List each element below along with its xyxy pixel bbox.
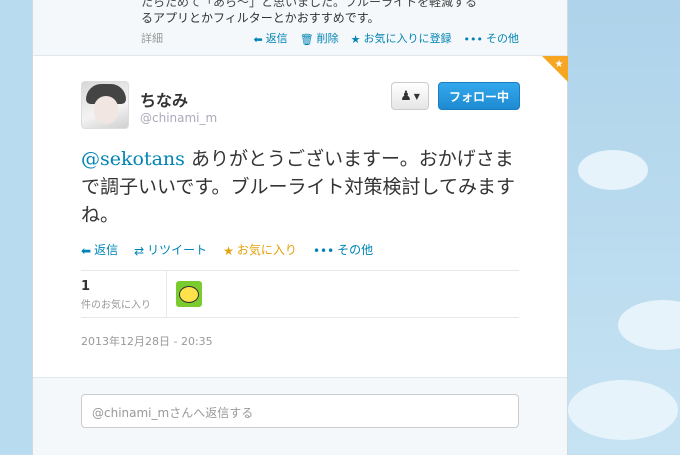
favorite-action[interactable]: ★ お気に入り	[223, 241, 297, 258]
more-action[interactable]: ••• その他	[313, 241, 373, 258]
svg-text:★: ★	[555, 59, 564, 70]
avatar[interactable]	[81, 81, 129, 129]
retweet-icon: ⇄	[134, 243, 145, 258]
divider	[166, 271, 167, 317]
more-dots-icon: •••	[312, 243, 335, 258]
previous-tweet-actions: ⬅ 返信 🗑 削除 ★ お気に入りに登録 ••• その他	[253, 30, 519, 46]
reply-icon: ⬅	[81, 243, 92, 258]
favorited-corner-icon: ★	[542, 56, 568, 82]
reply-input[interactable]: @chinami_mさんへ返信する	[81, 394, 519, 428]
divider	[81, 270, 519, 271]
user-actions-button[interactable]: ♟ ▼	[391, 82, 429, 110]
tweet-permalink-panel: たらためて「あら～」と思いました。ブルーライトを軽減する るアプリとかフィルター…	[32, 0, 568, 455]
retweet-action[interactable]: ⇄ リツイート	[134, 241, 207, 258]
star-icon: ★	[223, 243, 234, 258]
reply-action[interactable]: ⬅ 返信	[253, 30, 287, 46]
details-link[interactable]: 詳細	[141, 30, 163, 46]
person-icon: ♟	[400, 88, 412, 104]
more-action[interactable]: ••• その他	[464, 30, 519, 46]
favorites-label: 件のお気に入り	[81, 300, 151, 311]
tweet-text: @sekotans ありがとうございますー。おかげさまで調子いいです。ブルーライ…	[81, 148, 515, 226]
caret-down-icon: ▼	[413, 91, 420, 101]
following-button[interactable]: フォロー中	[438, 82, 520, 110]
favorite-action[interactable]: ★ お気に入りに登録	[351, 30, 452, 46]
favorites-count[interactable]: 1	[81, 279, 90, 294]
favoriter-avatar[interactable]	[176, 281, 202, 307]
divider	[81, 317, 519, 318]
tweet-actions: ⬅ 返信 ⇄ リツイート ★ お気に入り ••• その他	[81, 241, 373, 258]
more-dots-icon: •••	[463, 32, 483, 46]
star-icon: ★	[350, 32, 361, 46]
reply-section: @chinami_mさんへ返信する	[33, 377, 567, 455]
trash-icon: 🗑	[299, 32, 314, 46]
mention-link[interactable]: @sekotans	[81, 148, 185, 170]
previous-tweet: たらためて「あら～」と思いました。ブルーライトを軽減する るアプリとかフィルター…	[33, 0, 567, 56]
background-left	[0, 0, 32, 454]
timestamp: 2013年12月28日 - 20:35	[81, 335, 213, 348]
reply-icon: ⬅	[253, 32, 263, 46]
delete-action[interactable]: 🗑 削除	[300, 30, 339, 46]
user-handle[interactable]: @chinami_m	[140, 111, 217, 125]
user-name[interactable]: ちなみ	[140, 87, 188, 111]
background-right	[568, 0, 680, 454]
reply-action[interactable]: ⬅ 返信	[81, 241, 118, 258]
